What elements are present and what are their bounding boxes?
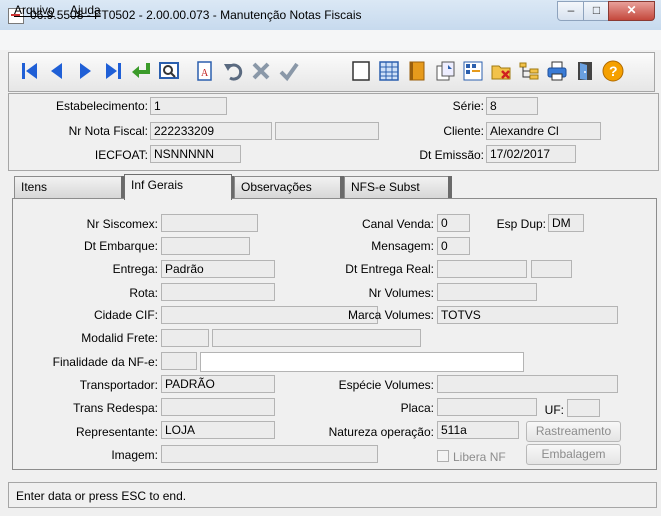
modalid-frete-description-field[interactable] bbox=[212, 329, 421, 347]
tab-nfse-subst[interactable]: NFS-e Subst bbox=[344, 176, 450, 198]
uf-field[interactable] bbox=[567, 399, 600, 417]
uf-label: UF: bbox=[544, 403, 564, 417]
mensagem-label: Mensagem: bbox=[371, 239, 434, 253]
nr-siscomex-field[interactable] bbox=[161, 214, 258, 232]
serie-field[interactable]: 8 bbox=[486, 97, 538, 115]
representante-field[interactable]: LOJA bbox=[161, 421, 275, 439]
natureza-operacao-label: Natureza operação: bbox=[328, 425, 434, 439]
finalidade-nfe-field[interactable] bbox=[161, 352, 197, 370]
serie-label: Série: bbox=[452, 99, 484, 113]
modalid-frete-field[interactable] bbox=[161, 329, 209, 347]
cidade-cif-field[interactable] bbox=[161, 306, 378, 324]
dt-embarque-label: Dt Embarque: bbox=[83, 239, 158, 253]
finalidade-nfe-label: Finalidade da NF-e: bbox=[52, 355, 158, 369]
esp-dup-field[interactable]: DM bbox=[548, 214, 584, 232]
menu-bar bbox=[0, 30, 661, 50]
trans-redespa-label: Trans Redespa: bbox=[73, 401, 158, 415]
placa-field[interactable] bbox=[437, 398, 537, 416]
grid-icon[interactable] bbox=[462, 60, 484, 82]
cliente-label: Cliente: bbox=[443, 124, 484, 138]
estabelecimento-field[interactable]: 1 bbox=[150, 97, 227, 115]
transportador-field[interactable]: PADRÃO bbox=[161, 375, 275, 393]
imagem-label: Imagem: bbox=[111, 448, 158, 462]
nr-siscomex-label: Nr Siscomex: bbox=[86, 217, 158, 231]
new-icon[interactable] bbox=[350, 60, 372, 82]
tab-itens[interactable]: Itens bbox=[14, 176, 124, 198]
dt-entrega-real-field[interactable] bbox=[437, 260, 527, 278]
natureza-operacao-field[interactable]: 511a bbox=[437, 421, 519, 439]
canal-venda-label: Canal Venda: bbox=[361, 217, 434, 231]
dt-emissao-label: Dt Emissão: bbox=[419, 148, 484, 162]
especie-volumes-field[interactable] bbox=[437, 375, 618, 393]
dt-entrega-real-label: Dt Entrega Real: bbox=[345, 262, 434, 276]
imagem-field[interactable] bbox=[161, 445, 378, 463]
help-icon[interactable]: ? bbox=[602, 60, 624, 82]
modalid-frete-label: Modalid Frete: bbox=[81, 331, 158, 345]
notebook-icon[interactable] bbox=[406, 60, 428, 82]
finalidade-nfe-description-field[interactable] bbox=[200, 352, 524, 372]
cancel-icon[interactable] bbox=[250, 60, 272, 82]
dt-entrega-real-time-field[interactable] bbox=[531, 260, 572, 278]
trans-redespa-field[interactable] bbox=[161, 398, 275, 416]
mensagem-field[interactable]: 0 bbox=[437, 237, 470, 255]
cidade-cif-label: Cidade CIF: bbox=[93, 308, 158, 322]
tree-icon[interactable] bbox=[518, 60, 540, 82]
nr-nota-fiscal-extra-field[interactable] bbox=[275, 122, 379, 140]
menu-ajuda[interactable]: Ajuda bbox=[70, 3, 101, 17]
dt-emissao-field[interactable]: 17/02/2017 bbox=[486, 145, 576, 163]
status-text: Enter data or press ESC to end. bbox=[16, 489, 187, 503]
zoom-icon[interactable] bbox=[158, 60, 180, 82]
print-icon[interactable] bbox=[546, 60, 568, 82]
first-icon[interactable] bbox=[19, 60, 41, 82]
confirm-icon[interactable] bbox=[278, 60, 300, 82]
svg-text:A: A bbox=[201, 68, 209, 79]
canal-venda-field[interactable]: 0 bbox=[437, 214, 470, 232]
estabelecimento-label: Estabelecimento: bbox=[55, 99, 148, 113]
rastreamento-button[interactable]: Rastreamento bbox=[526, 421, 621, 442]
especie-volumes-label: Espécie Volumes: bbox=[338, 378, 434, 392]
menu-arquivo[interactable]: Arquivo bbox=[14, 3, 55, 17]
previous-icon[interactable] bbox=[46, 60, 68, 82]
nr-volumes-label: Nr Volumes: bbox=[368, 286, 434, 300]
marca-volumes-field[interactable]: TOTVS bbox=[437, 306, 618, 324]
iecfoat-field[interactable]: NSNNNNN bbox=[150, 145, 241, 163]
close-button[interactable]: ✕ bbox=[608, 1, 655, 21]
nr-nota-fiscal-label: Nr Nota Fiscal: bbox=[68, 124, 148, 138]
copy-icon[interactable] bbox=[434, 60, 456, 82]
placa-label: Placa: bbox=[400, 401, 434, 415]
iecfoat-label: IECFOAT: bbox=[94, 148, 148, 162]
nr-volumes-field[interactable] bbox=[437, 283, 537, 301]
embalagem-button[interactable]: Embalagem bbox=[526, 444, 621, 465]
cliente-field[interactable]: Alexandre Cl bbox=[486, 122, 601, 140]
delete-folder-icon[interactable] bbox=[490, 60, 512, 82]
undo-icon[interactable] bbox=[222, 60, 244, 82]
svg-text:?: ? bbox=[609, 63, 618, 79]
rota-field[interactable] bbox=[161, 283, 275, 301]
marca-volumes-label: Marca Volumes: bbox=[347, 308, 434, 322]
next-icon[interactable] bbox=[74, 60, 96, 82]
rota-label: Rota: bbox=[129, 286, 158, 300]
libera-nf-label: Libera NF bbox=[453, 450, 506, 464]
goto-icon[interactable] bbox=[130, 60, 152, 82]
representante-label: Representante: bbox=[75, 425, 158, 439]
transportador-label: Transportador: bbox=[79, 378, 158, 392]
last-icon[interactable] bbox=[102, 60, 124, 82]
entrega-label: Entrega: bbox=[112, 262, 158, 276]
entrega-field[interactable]: Padrão bbox=[161, 260, 275, 278]
exit-icon[interactable] bbox=[574, 60, 596, 82]
nr-nota-fiscal-field[interactable]: 222233209 bbox=[150, 122, 272, 140]
dt-embarque-field[interactable] bbox=[161, 237, 250, 255]
esp-dup-label: Esp Dup: bbox=[496, 217, 546, 231]
print-preview-icon[interactable]: A bbox=[194, 60, 216, 82]
minimize-button[interactable]: – bbox=[557, 1, 585, 21]
maximize-button[interactable]: □ bbox=[583, 1, 610, 21]
libera-nf-checkbox[interactable] bbox=[437, 450, 449, 462]
table-icon[interactable] bbox=[378, 60, 400, 82]
tab-observacoes[interactable]: Observações bbox=[234, 176, 342, 198]
tab-inf-gerais[interactable]: Inf Gerais bbox=[124, 174, 232, 200]
tab-divider bbox=[448, 176, 452, 198]
